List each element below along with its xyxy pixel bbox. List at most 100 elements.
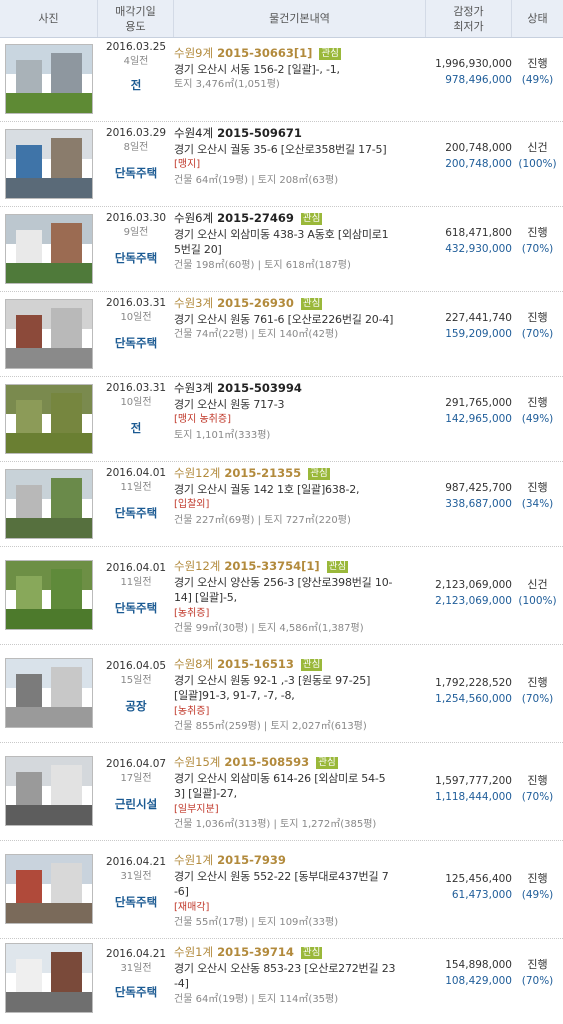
sale-date: 2016.04.01 bbox=[105, 562, 167, 574]
case-line[interactable]: 수원15계 2015-508593 관심 bbox=[174, 755, 426, 771]
case-number[interactable]: 2015-508593 bbox=[224, 755, 309, 769]
photo-structure-left bbox=[16, 59, 43, 94]
court-name: 수원15계 bbox=[174, 755, 221, 769]
case-line[interactable]: 수원3계 2015-26930 관심 bbox=[174, 296, 426, 312]
property-photo[interactable] bbox=[5, 756, 93, 826]
photo-ground bbox=[6, 177, 92, 198]
property-info[interactable]: 수원1계 2015-7939 경기 오산시 원동 552-22 [동부대로437… bbox=[174, 853, 426, 931]
property-photo[interactable] bbox=[5, 560, 93, 630]
case-number[interactable]: 2015-26930 bbox=[217, 296, 294, 310]
case-line[interactable]: 수원6계 2015-27469 관심 bbox=[174, 211, 426, 227]
case-line[interactable]: 수원1계 2015-39714 관심 bbox=[174, 945, 426, 961]
case-number[interactable]: 2015-30663[1] bbox=[217, 46, 312, 60]
table-row[interactable]: 2016.03.29 8일전 단독주택 수원4계 2015-509671 경기 … bbox=[0, 122, 563, 207]
property-info[interactable]: 수원3계 2015-503994 경기 오산시 원동 717-3 [맹지 농취증… bbox=[174, 381, 426, 443]
interest-badge[interactable]: 관심 bbox=[319, 48, 341, 60]
minimum-price: 2,123,069,000 bbox=[435, 595, 512, 607]
case-number[interactable]: 2015-16513 bbox=[217, 657, 294, 671]
table-row[interactable]: 2016.04.21 31일전 단독주택 수원1계 2015-7939 경기 오… bbox=[0, 841, 563, 939]
property-info[interactable]: 수원4계 2015-509671 경기 오산시 궐동 35-6 [오산로358번… bbox=[174, 126, 426, 188]
sale-date: 2016.03.25 bbox=[105, 41, 167, 53]
table-row[interactable]: 2016.04.07 17일전 근린시설 수원15계 2015-508593 관… bbox=[0, 743, 563, 841]
interest-badge[interactable]: 관심 bbox=[300, 213, 323, 225]
date-usage-cell: 2016.03.29 8일전 단독주택 bbox=[98, 126, 174, 181]
property-usage: 단독주택 bbox=[114, 166, 158, 180]
case-number[interactable]: 2015-33754[1] bbox=[224, 559, 319, 573]
status-cell: 진행 (70%) bbox=[512, 675, 563, 707]
table-row[interactable]: 2016.03.25 4일전 전 수원9계 2015-30663[1] 관심 경… bbox=[0, 38, 563, 122]
property-photo[interactable] bbox=[5, 854, 93, 924]
case-line[interactable]: 수원8계 2015-16513 관심 bbox=[174, 657, 426, 673]
status-text: 진행 bbox=[527, 311, 548, 324]
price-cell: 227,441,740 159,209,000 bbox=[426, 310, 512, 342]
property-usage: 근린시설 bbox=[114, 797, 158, 811]
property-info[interactable]: 수원9계 2015-30663[1] 관심 경기 오산시 서동 156-2 [일… bbox=[174, 46, 426, 93]
table-row[interactable]: 2016.03.30 9일전 단독주택 수원6계 2015-27469 관심 경… bbox=[0, 207, 563, 292]
case-line[interactable]: 수원3계 2015-503994 bbox=[174, 381, 426, 397]
table-row[interactable]: 2016.04.05 15일전 공장 수원8계 2015-16513 관심 경기… bbox=[0, 645, 563, 743]
appraisal-price: 987,425,700 bbox=[445, 482, 512, 494]
area-info: 건물 64㎡(19평) | 토지 114㎡(35평) bbox=[174, 993, 339, 1005]
property-info[interactable]: 수원6계 2015-27469 관심 경기 오산시 외삼미동 438-3 A동호… bbox=[174, 211, 426, 273]
case-number[interactable]: 2015-503994 bbox=[217, 381, 302, 395]
case-line[interactable]: 수원4계 2015-509671 bbox=[174, 126, 426, 142]
property-usage: 전 bbox=[130, 78, 142, 92]
status-cell: 진행 (34%) bbox=[512, 480, 563, 512]
table-row[interactable]: 2016.04.01 11일전 단독주택 수원12계 2015-21355 관심… bbox=[0, 462, 563, 547]
sale-date: 2016.04.07 bbox=[105, 758, 167, 770]
case-line[interactable]: 수원12계 2015-33754[1] 관심 bbox=[174, 559, 426, 575]
photo-structure-right bbox=[50, 308, 82, 349]
table-row[interactable]: 2016.03.31 10일전 단독주택 수원3계 2015-26930 관심 … bbox=[0, 292, 563, 377]
property-photo[interactable] bbox=[5, 214, 93, 284]
table-row[interactable]: 2016.03.31 10일전 전 수원3계 2015-503994 경기 오산… bbox=[0, 377, 563, 462]
interest-badge[interactable]: 관심 bbox=[316, 757, 338, 769]
case-number[interactable]: 2015-509671 bbox=[217, 126, 302, 140]
interest-badge[interactable]: 관심 bbox=[308, 468, 330, 480]
days-left: 31일전 bbox=[120, 963, 152, 974]
property-info[interactable]: 수원12계 2015-33754[1] 관심 경기 오산시 양산동 256-3 … bbox=[174, 559, 426, 637]
interest-badge[interactable]: 관심 bbox=[300, 947, 323, 959]
minimum-percent: (70%) bbox=[521, 975, 554, 987]
date-usage-cell: 2016.04.21 31일전 단독주택 bbox=[98, 947, 174, 1000]
interest-badge[interactable]: 관심 bbox=[300, 659, 323, 671]
property-info[interactable]: 수원15계 2015-508593 관심 경기 오산시 외삼미동 614-26 … bbox=[174, 755, 426, 833]
case-number[interactable]: 2015-39714 bbox=[217, 945, 294, 959]
photo-ground bbox=[6, 92, 92, 113]
photo-structure-right bbox=[50, 478, 82, 519]
table-row[interactable]: 2016.04.21 31일전 단독주택 수원1계 2015-39714 관심 … bbox=[0, 939, 563, 1019]
property-photo[interactable] bbox=[5, 129, 93, 199]
minimum-percent: (100%) bbox=[518, 595, 557, 607]
property-info[interactable]: 수원8계 2015-16513 관심 경기 오산시 원동 92-1 ,-3 [원… bbox=[174, 657, 426, 735]
case-number[interactable]: 2015-21355 bbox=[224, 466, 301, 480]
property-info[interactable]: 수원1계 2015-39714 관심 경기 오산시 오산동 853-23 [오산… bbox=[174, 945, 426, 1007]
property-photo[interactable] bbox=[5, 299, 93, 369]
area-info: 토지 3,476㎡(1,051평) bbox=[174, 79, 280, 90]
court-name: 수원1계 bbox=[174, 945, 214, 959]
property-photo[interactable] bbox=[5, 658, 93, 728]
property-info[interactable]: 수원12계 2015-21355 관심 경기 오산시 궐동 142 1호 [일괄… bbox=[174, 466, 426, 528]
minimum-percent: (34%) bbox=[521, 498, 554, 510]
property-photo[interactable] bbox=[5, 44, 93, 114]
property-photo[interactable] bbox=[5, 469, 93, 539]
area-info: 건물 198㎡(60평) | 토지 618㎡(187평) bbox=[174, 259, 351, 271]
court-name: 수원3계 bbox=[174, 381, 214, 395]
property-photo[interactable] bbox=[5, 943, 93, 1013]
address-line-1: 경기 오산시 원동 761-6 [오산로226번길 20-4] bbox=[174, 312, 394, 326]
interest-badge[interactable]: 관심 bbox=[326, 561, 349, 573]
special-flag: [재매각] bbox=[174, 901, 210, 913]
status-cell: 진행 (70%) bbox=[512, 773, 563, 805]
case-line[interactable]: 수원12계 2015-21355 관심 bbox=[174, 466, 426, 482]
status-text: 진행 bbox=[527, 57, 548, 70]
property-info[interactable]: 수원3계 2015-26930 관심 경기 오산시 원동 761-6 [오산로2… bbox=[174, 296, 426, 343]
case-line[interactable]: 수원9계 2015-30663[1] 관심 bbox=[174, 46, 426, 62]
case-number[interactable]: 2015-27469 bbox=[217, 211, 294, 225]
photo-structure-left bbox=[16, 229, 43, 264]
property-photo[interactable] bbox=[5, 384, 93, 454]
interest-badge[interactable]: 관심 bbox=[300, 298, 323, 310]
table-row[interactable]: 2016.04.01 11일전 단독주택 수원12계 2015-33754[1]… bbox=[0, 547, 563, 645]
minimum-price: 108,429,000 bbox=[445, 975, 512, 987]
photo-structure-right bbox=[50, 53, 82, 94]
case-number[interactable]: 2015-7939 bbox=[217, 853, 286, 867]
photo-ground bbox=[6, 706, 92, 727]
case-line[interactable]: 수원1계 2015-7939 bbox=[174, 853, 426, 869]
